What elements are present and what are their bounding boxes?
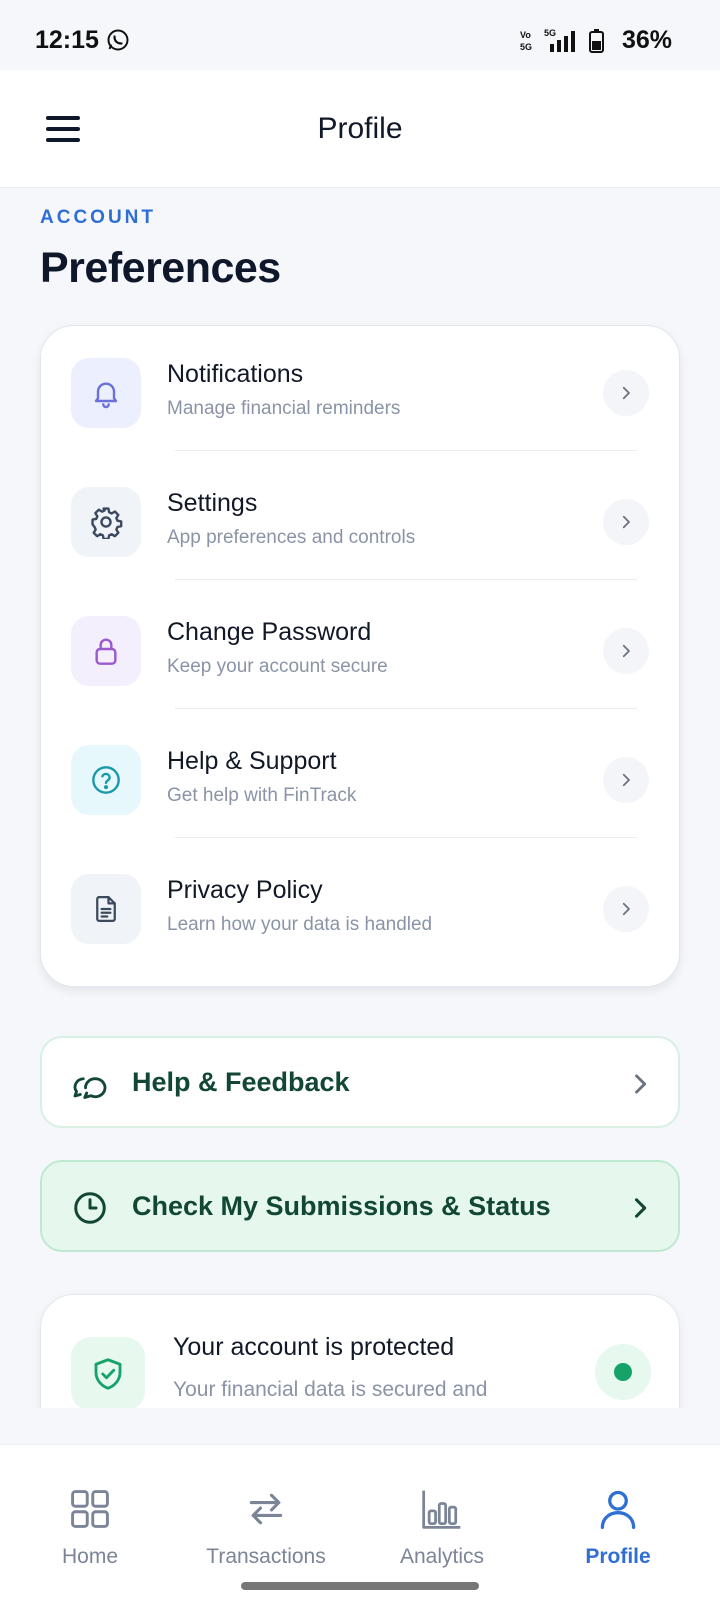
- help-feedback-button[interactable]: Help & Feedback: [40, 1036, 680, 1128]
- pref-title: Settings: [167, 489, 258, 517]
- pref-item-privacy-policy[interactable]: Privacy Policy Learn how your data is ha…: [41, 842, 681, 974]
- network-signal-icon: Vo 5G 5G: [520, 28, 604, 53]
- clock-icon: [74, 1192, 106, 1224]
- divider: [175, 837, 637, 838]
- pref-item-settings[interactable]: Settings App preferences and controls: [41, 455, 681, 587]
- chevron-right-icon: [635, 1074, 647, 1094]
- divider: [175, 708, 637, 709]
- svg-text:5G: 5G: [520, 42, 532, 52]
- status-time: 12:15: [35, 26, 99, 54]
- pref-subtitle: Learn how your data is handled: [167, 914, 433, 935]
- document-icon-box: [71, 874, 141, 944]
- lock-icon: [95, 638, 117, 665]
- page-title: Profile: [317, 112, 403, 145]
- chevron-right-icon: [603, 370, 649, 416]
- chevron-right-icon: [603, 499, 649, 545]
- status-bar: 12:15 Vo 5G 5G 36%: [0, 0, 720, 70]
- preferences-card: Notifications Manage financial reminders…: [40, 325, 680, 987]
- bottom-navigation: Home Transactions Analytics Profile: [0, 1444, 720, 1600]
- svg-text:5G: 5G: [544, 28, 556, 38]
- check-submissions-label: Check My Submissions & Status: [132, 1191, 551, 1221]
- nav-item-transactions[interactable]: Transactions: [176, 1445, 356, 1568]
- pref-subtitle: App preferences and controls: [167, 527, 416, 548]
- nav-label: Home: [61, 1545, 119, 1568]
- divider: [175, 579, 637, 580]
- pref-item-notifications[interactable]: Notifications Manage financial reminders: [41, 326, 681, 458]
- divider: [175, 450, 637, 451]
- chevron-right-icon: [603, 757, 649, 803]
- protection-title: Your account is protected: [173, 1333, 455, 1361]
- nav-item-home[interactable]: Home: [0, 1445, 180, 1568]
- pref-subtitle: Get help with FinTrack: [167, 785, 357, 806]
- content-mask: [0, 1408, 720, 1444]
- whatsapp-icon: [107, 29, 129, 51]
- nav-item-analytics[interactable]: Analytics: [352, 1445, 532, 1568]
- chat-bubbles-icon: [73, 1077, 107, 1099]
- check-submissions-button[interactable]: Check My Submissions & Status: [40, 1160, 680, 1252]
- help-circle-icon-box: [71, 745, 141, 815]
- pref-subtitle: Manage financial reminders: [167, 398, 401, 419]
- pref-title: Notifications: [167, 360, 304, 388]
- status-dot: [614, 1363, 632, 1381]
- swap-arrows-icon: [249, 1493, 283, 1525]
- shield-icon-box: [71, 1337, 145, 1411]
- chevron-right-icon: [634, 1198, 647, 1218]
- help-circle-icon: [92, 766, 120, 794]
- battery-percentage: 36%: [622, 26, 673, 54]
- bar-chart-icon: [422, 1490, 461, 1529]
- gear-icon-box: [71, 487, 141, 557]
- section-label: ACCOUNT: [40, 207, 156, 228]
- pref-title: Help & Support: [167, 747, 337, 775]
- shield-check-icon: [94, 1358, 122, 1390]
- chevron-right-icon: [603, 886, 649, 932]
- pref-title: Privacy Policy: [167, 876, 323, 904]
- lock-icon-box: [71, 616, 141, 686]
- nav-label: Analytics: [399, 1545, 485, 1568]
- document-icon: [96, 896, 116, 922]
- nav-item-profile[interactable]: Profile: [528, 1445, 708, 1568]
- chevron-right-icon: [603, 628, 649, 674]
- section-title: Preferences: [40, 244, 281, 292]
- nav-label: Profile: [585, 1545, 651, 1568]
- nav-label: Transactions: [206, 1545, 326, 1568]
- bell-icon: [94, 382, 118, 409]
- gear-icon: [91, 507, 123, 539]
- pref-subtitle: Keep your account secure: [167, 656, 388, 677]
- home-indicator[interactable]: [241, 1582, 479, 1590]
- pref-title: Change Password: [167, 618, 372, 646]
- user-icon: [600, 1490, 636, 1529]
- bell-icon-box: [71, 358, 141, 428]
- status-indicator: [595, 1344, 651, 1400]
- pref-item-help-support[interactable]: Help & Support Get help with FinTrack: [41, 713, 681, 845]
- pref-item-change-password[interactable]: Change Password Keep your account secure: [41, 584, 681, 716]
- help-feedback-label: Help & Feedback: [132, 1067, 350, 1097]
- svg-text:Vo: Vo: [520, 30, 531, 40]
- app-bar: Profile: [0, 70, 720, 188]
- grid-icon: [71, 1490, 109, 1528]
